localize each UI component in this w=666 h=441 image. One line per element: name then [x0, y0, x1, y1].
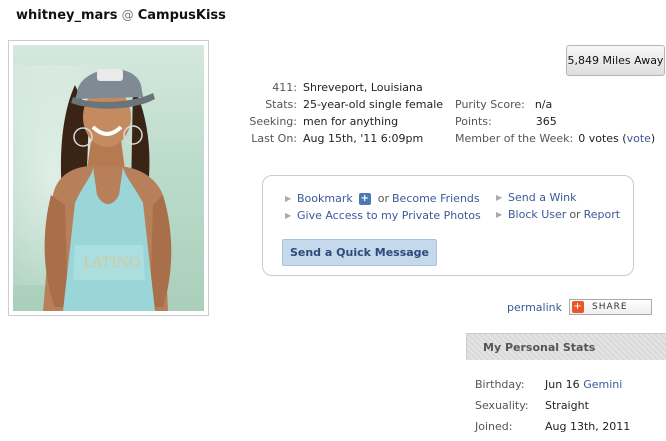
triangle-bullet-icon: ▶ [285, 194, 292, 203]
zodiac-link[interactable]: Gemini [583, 378, 622, 391]
give-access-link[interactable]: Give Access to my Private Photos [297, 209, 481, 222]
points-link[interactable]: 365 [492, 113, 557, 130]
send-quick-message-button[interactable]: Send a Quick Message [282, 239, 437, 266]
purity-score-row: Purity Score: n/a [455, 96, 553, 113]
member-of-week-row: Member of the Week: 0 votes (vote) [455, 132, 656, 145]
profile-photo[interactable]: LATINO [13, 45, 204, 311]
actions-panel: ▶ Bookmark + or Become Friends ▶ Give Ac… [262, 175, 634, 276]
block-user-link[interactable]: Block User [508, 208, 566, 221]
profile-header: whitney_mars @ CampusKiss [16, 8, 226, 23]
triangle-bullet-icon: ▶ [496, 210, 503, 219]
votes-count: 0 votes (vote) [578, 132, 656, 145]
sexuality-row: Sexuality: Straight [475, 399, 589, 412]
vote-link[interactable]: vote [627, 132, 651, 145]
distance-button[interactable]: 5,849 Miles Away [566, 45, 665, 76]
info-row-last-on: Last On: Aug 15th, '11 6:09pm [251, 132, 424, 145]
points-row: Points: 365 [455, 113, 557, 130]
personal-stats-header: My Personal Stats [466, 333, 666, 360]
personal-stats: Birthday: Jun 16 Gemini Sexuality: Strai… [475, 378, 630, 441]
plus-icon[interactable]: + [358, 192, 371, 205]
triangle-bullet-icon: ▶ [285, 211, 292, 220]
info-row-stats: Stats: 25-year-old single female [265, 98, 444, 111]
at-sign: @ [121, 8, 134, 22]
bookmark-action: ▶ Bookmark + or Become Friends [285, 192, 480, 205]
profile-info: 411: Shreveport, Louisiana Stats: 25-yea… [240, 79, 443, 147]
give-access-action: ▶ Give Access to my Private Photos [285, 209, 481, 222]
info-row-seeking: Seeking: men for anything [249, 115, 399, 128]
profile-photo-frame[interactable]: LATINO [8, 40, 209, 316]
site-name: CampusKiss [137, 8, 226, 23]
purity-score-link[interactable]: n/a [525, 96, 552, 113]
info-row-location: 411: Shreveport, Louisiana [272, 81, 423, 94]
username: whitney_mars [16, 8, 118, 23]
triangle-bullet-icon: ▶ [496, 193, 503, 202]
bookmark-link[interactable]: Bookmark [297, 192, 353, 205]
block-report-action: ▶ Block User or Report [496, 208, 621, 221]
report-link[interactable]: Report [584, 208, 620, 221]
send-wink-link[interactable]: Send a Wink [508, 191, 576, 204]
profile-scores: Purity Score: n/a Points: 365 Member of … [455, 96, 655, 147]
become-friends-link[interactable]: Become Friends [392, 192, 480, 205]
send-wink-action: ▶ Send a Wink [496, 191, 576, 204]
permalink-link[interactable]: permalink [507, 301, 562, 314]
birthday-row: Birthday: Jun 16 Gemini [475, 378, 623, 391]
share-icon: + [572, 301, 584, 313]
joined-row: Joined: Aug 13th, 2011 [475, 420, 631, 433]
share-button[interactable]: + SHARE [569, 299, 652, 315]
svg-text:LATINO: LATINO [83, 255, 140, 271]
